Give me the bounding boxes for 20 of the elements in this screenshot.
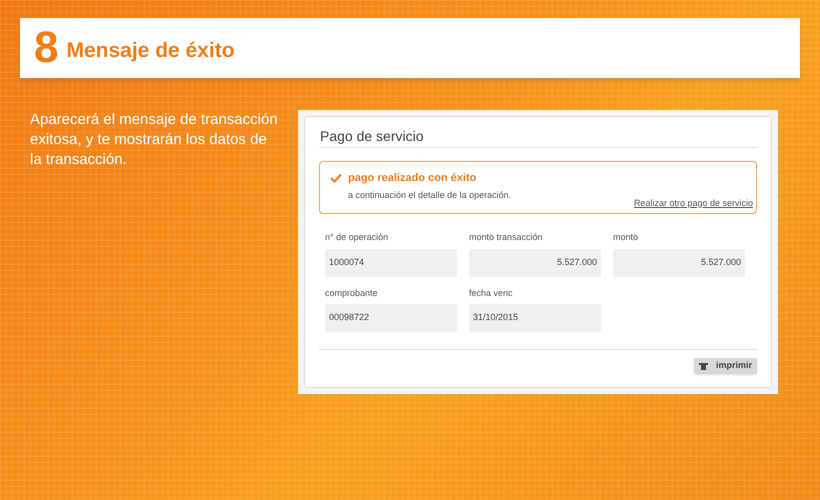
step-title: Mensaje de éxito <box>66 38 235 64</box>
readonly-field: 5.527.000 <box>469 248 601 276</box>
panel-title: Pago de servicio <box>319 122 757 148</box>
printer-icon <box>698 362 708 370</box>
another-payment-link[interactable]: Realizar otro pago de servicio <box>634 196 753 210</box>
field-label: monto <box>613 231 640 244</box>
field-label: fecha venc <box>469 286 514 300</box>
alert-title: pago realizado con éxito <box>348 171 476 186</box>
readonly-field: 5.527.000 <box>613 248 745 276</box>
field-label: n° de operación <box>325 231 390 244</box>
step-number: 8 <box>34 26 58 70</box>
readonly-field: 1000074 <box>325 248 457 276</box>
description: Aparecerá el mensaje de transacción exitosa, y te mostrarán los datos de la transacción. <box>30 110 279 170</box>
field-label: monto transacción <box>469 231 544 244</box>
readonly-field: 00098722 <box>325 304 457 332</box>
print-button[interactable]: imprimir <box>694 358 757 374</box>
check-icon <box>330 173 342 184</box>
alert-message: a continuación el detalle de la operación. <box>348 188 512 202</box>
readonly-field: 31/10/2015 <box>469 304 601 332</box>
field-label: comprobante <box>325 286 379 300</box>
